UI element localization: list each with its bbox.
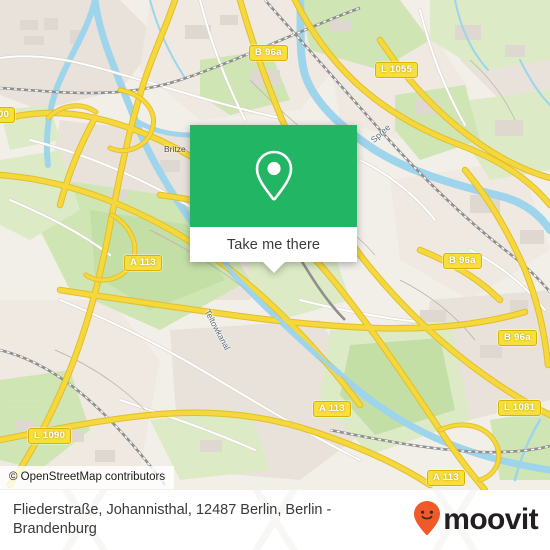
road-shield-l1055: L 1055 [375,62,419,78]
footer-bar: Fliederstraße, Johannisthal, 12487 Berli… [0,490,550,550]
road-shield-a113-west: A 113 [124,255,162,271]
take-me-there-label: Take me there [226,236,321,253]
osm-attribution[interactable]: © OpenStreetMap contributors [0,466,175,489]
address-text: Fliederstraße, Johannisthal, 12487 Berli… [13,502,332,537]
map-label-britzer: Britze [164,144,186,154]
road-shield-a113-southeast: A 113 [427,470,465,486]
card-action-area[interactable]: Take me there [190,227,357,262]
moovit-logo[interactable]: moovit [413,500,539,541]
map-canvas[interactable]: .res { fill:#e9e2da; } .res2 { fill:#efe… [0,0,550,490]
road-shield-clipped-west: 00 [0,107,16,123]
card-pointer-triangle [262,262,285,273]
road-shield-b96a-southeast: B 96a [498,330,537,346]
map-screenshot: .res { fill:#e9e2da; } .res2 { fill:#efe… [0,0,550,550]
moovit-wordmark: moovit [443,503,538,536]
road-shield-b96a-north: B 96a [249,45,288,61]
road-shield-a113-south: A 113 [313,401,351,417]
location-pin-icon [252,148,296,204]
moovit-smiley-pin-icon [413,500,441,541]
location-popup-card[interactable]: Take me there [190,125,357,273]
card-pin-area [190,125,357,227]
road-shield-l1090: L 1090 [28,428,72,444]
road-shield-l1081: L 1081 [498,400,542,416]
road-shield-b96a-east: B 96a [443,253,482,269]
